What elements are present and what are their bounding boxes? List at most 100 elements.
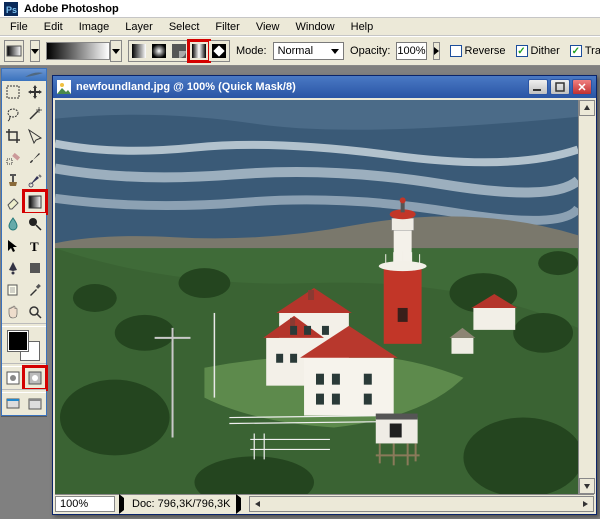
scroll-left-button[interactable] xyxy=(250,497,266,511)
shape-tool[interactable] xyxy=(24,257,46,279)
chevron-right-icon xyxy=(119,494,124,514)
path-selection-tool[interactable] xyxy=(2,235,24,257)
optionsbar: Mode: Normal Opacity: 100% Reverse ✓ Dit… xyxy=(0,36,600,66)
blur-tool[interactable] xyxy=(2,213,24,235)
gradient-type-group xyxy=(128,40,230,62)
gradient-dropdown[interactable] xyxy=(110,40,122,62)
gradient-diamond-button[interactable] xyxy=(209,41,229,61)
chevron-down-icon xyxy=(31,49,39,54)
reverse-checkbox[interactable] xyxy=(450,45,462,57)
document-icon xyxy=(57,80,71,94)
lasso-tool[interactable] xyxy=(2,103,24,125)
current-tool-preset[interactable] xyxy=(4,40,24,62)
transparency-label: Transparency xyxy=(585,45,600,57)
status-flyout-icon[interactable] xyxy=(119,498,124,510)
menu-image[interactable]: Image xyxy=(71,20,118,34)
svg-text:Ps: Ps xyxy=(6,5,17,15)
blend-mode-select[interactable]: Normal xyxy=(273,42,344,60)
toolbox-titlebar[interactable] xyxy=(2,69,46,81)
menu-select[interactable]: Select xyxy=(161,20,208,34)
gradient-radial-button[interactable] xyxy=(149,41,169,61)
chevron-down-icon xyxy=(331,49,339,54)
gradient-picker[interactable] xyxy=(46,40,122,62)
toolbox: T xyxy=(1,68,47,416)
chevron-right-icon xyxy=(434,47,439,55)
app-title: Adobe Photoshop xyxy=(24,3,119,15)
dither-label: Dither xyxy=(531,45,560,57)
eyedropper-tool[interactable] xyxy=(24,279,46,301)
close-button[interactable]: ✕ xyxy=(572,79,592,95)
zoom-input[interactable]: 100% xyxy=(55,496,115,512)
chevron-down-icon xyxy=(112,49,120,54)
document-title: newfoundland.jpg @ 100% (Quick Mask/8) xyxy=(76,81,526,93)
tool-preset-dropdown[interactable] xyxy=(30,40,40,62)
menu-filter[interactable]: Filter xyxy=(207,20,247,34)
document-titlebar[interactable]: newfoundland.jpg @ 100% (Quick Mask/8) ✕ xyxy=(53,76,596,98)
vertical-scrollbar[interactable] xyxy=(578,100,594,494)
magic-wand-tool[interactable] xyxy=(24,103,46,125)
move-tool[interactable] xyxy=(24,81,46,103)
screen-full-menu-button[interactable] xyxy=(24,393,46,415)
svg-text:T: T xyxy=(30,239,39,254)
standard-mode-button[interactable] xyxy=(2,367,24,389)
dodge-tool[interactable] xyxy=(24,213,46,235)
clone-stamp-tool[interactable] xyxy=(2,169,24,191)
feather-icon xyxy=(24,71,44,79)
history-brush-tool[interactable] xyxy=(24,169,46,191)
canvas[interactable] xyxy=(55,100,578,494)
menu-help[interactable]: Help xyxy=(343,20,382,34)
type-tool[interactable]: T xyxy=(24,235,46,257)
scroll-down-button[interactable] xyxy=(579,478,595,494)
healing-brush-tool[interactable] xyxy=(2,147,24,169)
opacity-input[interactable]: 100% xyxy=(396,42,426,60)
color-swatches[interactable] xyxy=(2,327,46,363)
gradient-preview xyxy=(46,42,110,60)
reverse-checkbox-wrap[interactable]: Reverse xyxy=(450,45,506,57)
status-bar: 100% Doc: 796,3K/796,3K xyxy=(55,494,594,512)
document-window: newfoundland.jpg @ 100% (Quick Mask/8) ✕ xyxy=(52,75,597,515)
hand-tool[interactable] xyxy=(2,301,24,323)
menu-edit[interactable]: Edit xyxy=(36,20,71,34)
menu-window[interactable]: Window xyxy=(288,20,343,34)
minimize-button[interactable] xyxy=(528,79,548,95)
reverse-label: Reverse xyxy=(465,45,506,57)
menu-layer[interactable]: Layer xyxy=(117,20,161,34)
zoom-value: 100% xyxy=(60,498,88,510)
gradient-tool[interactable] xyxy=(24,191,46,213)
scroll-up-button[interactable] xyxy=(579,100,595,116)
eraser-tool[interactable] xyxy=(2,191,24,213)
opacity-label: Opacity: xyxy=(350,45,390,57)
slice-tool[interactable] xyxy=(24,125,46,147)
dither-checkbox-wrap[interactable]: ✓ Dither xyxy=(516,45,560,57)
crop-tool[interactable] xyxy=(2,125,24,147)
transparency-checkbox-wrap[interactable]: ✓ Transparency xyxy=(570,45,600,57)
document-body: 100% Doc: 796,3K/796,3K xyxy=(55,100,594,512)
pen-tool[interactable] xyxy=(2,257,24,279)
app-titlebar: Ps Adobe Photoshop xyxy=(0,0,600,18)
screen-standard-button[interactable] xyxy=(2,393,24,415)
doc-size-text: Doc: 796,3K/796,3K xyxy=(132,498,230,510)
zoom-tool[interactable] xyxy=(24,301,46,323)
image-content xyxy=(55,100,578,494)
maximize-button[interactable] xyxy=(550,79,570,95)
horizontal-scrollbar[interactable] xyxy=(249,496,594,512)
brush-tool[interactable] xyxy=(24,147,46,169)
opacity-value: 100% xyxy=(397,45,425,57)
opacity-flyout-button[interactable] xyxy=(433,42,440,60)
status-menu-icon[interactable] xyxy=(236,498,241,510)
quick-mask-mode-button[interactable] xyxy=(24,367,46,389)
notes-tool[interactable] xyxy=(2,279,24,301)
photoshop-icon: Ps xyxy=(4,2,18,16)
mode-label: Mode: xyxy=(236,45,267,57)
gradient-angle-button[interactable] xyxy=(169,41,189,61)
marquee-tool[interactable] xyxy=(2,81,24,103)
gradient-linear-button[interactable] xyxy=(129,41,149,61)
gradient-reflected-button[interactable] xyxy=(189,41,209,61)
transparency-checkbox[interactable]: ✓ xyxy=(570,45,582,57)
scroll-right-button[interactable] xyxy=(577,497,593,511)
menubar: File Edit Image Layer Select Filter View… xyxy=(0,18,600,36)
menu-view[interactable]: View xyxy=(248,20,288,34)
dither-checkbox[interactable]: ✓ xyxy=(516,45,528,57)
menu-file[interactable]: File xyxy=(2,20,36,34)
foreground-color-swatch[interactable] xyxy=(8,331,28,351)
